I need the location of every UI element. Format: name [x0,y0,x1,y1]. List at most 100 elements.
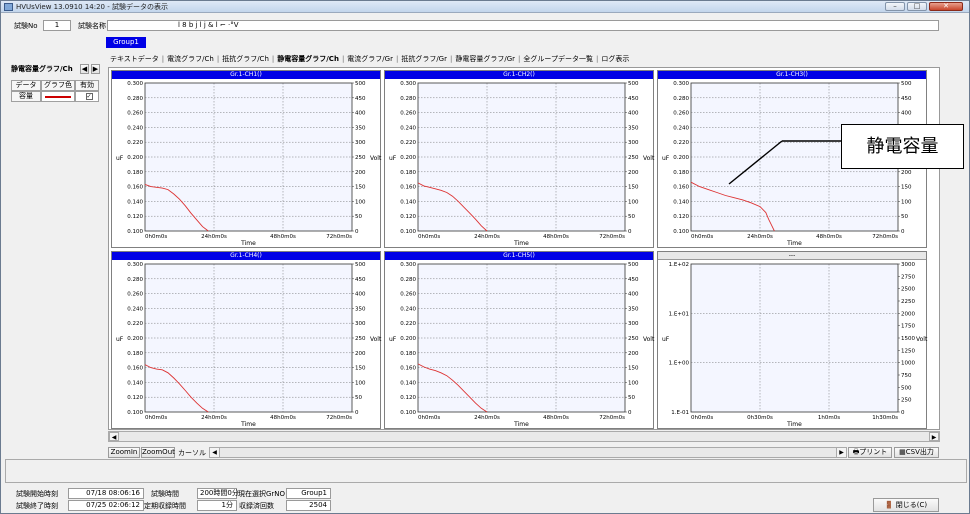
chart-panel-4[interactable]: Gr.1-CH4() 0.100 0.120 0.140 0.160 0.180 0.200… [111,251,382,429]
exit-door-icon: 🚪 [884,501,894,509]
y2-tick-label: 200 [901,170,912,176]
y-tick-label: 0.160 [400,185,416,191]
chart-panel-1[interactable]: Gr.1-CH1() 0.100 0.120 0.140 0.160 0.180 0.200… [111,70,382,248]
y2-tick-label: 450 [901,96,912,102]
print-button[interactable]: 🖶プリント [848,447,892,458]
cursor-left-arrow-icon[interactable]: ◀ [210,448,220,457]
y-tick-label: 0.180 [673,170,689,176]
y-tick-label: 0.120 [127,214,143,220]
chart-horizontal-scrollbar[interactable]: ◀ ▶ [108,431,940,442]
tab-5[interactable]: 抵抗グラフ/Gr [401,55,447,63]
y-tick-label: 0.220 [400,140,416,146]
y2-tick-label: 450 [355,277,366,283]
chart-panel-2[interactable]: Gr.1-CH2() 0.100 0.120 0.140 0.160 0.180 0.200… [384,70,655,248]
tab-8[interactable]: ログ表示 [601,55,629,63]
chart-svg: 0.100 0.120 0.140 0.160 0.180 0.200 0.220 0.240… [389,262,655,428]
y-tick-label: 0.260 [673,111,689,117]
tab-0[interactable]: テキストデータ [110,55,159,63]
title-bar[interactable]: HVUsView 13.0910 14:20 - 試験データの表示 – □ ✕ [1,1,969,13]
y2-tick-label: 2250 [901,299,915,305]
scroll-right-arrow-icon[interactable]: ▶ [929,432,939,441]
y2-tick-label: 500 [355,262,366,268]
end-time-label: 試験終了時刻 [16,502,58,510]
chart-svg: 0.100 0.120 0.140 0.160 0.180 0.200 0.220 0.240… [116,262,382,428]
x-tick-label: 48h0m0s [270,234,296,240]
group-tab[interactable]: Group1 [106,37,146,48]
panel-prev-arrow-icon[interactable]: ◀ [80,64,89,74]
interval-label: 定期収録時間 [144,502,186,510]
cursor-scrollbar[interactable]: ◀ ▶ [209,447,847,458]
csv-export-button[interactable]: ▦CSV出力 [894,447,939,458]
y-tick-label: 0.260 [127,111,143,117]
y-tick-label: 0.100 [127,229,143,235]
tab-2[interactable]: 抵抗グラフ/Ch [222,55,269,63]
y2-tick-label: 450 [355,96,366,102]
y2-tick-label: 250 [628,155,639,161]
x-tick-label: 0h0m0s [145,415,167,421]
tab-4[interactable]: 電流グラフ/Gr [347,55,393,63]
start-time-label: 試験開始時刻 [16,490,58,498]
start-time-value: 07/18 08:06:16 [68,488,144,499]
y-tick-label: 0.200 [127,155,143,161]
tab-separator: | [395,55,399,63]
zoom-in-button[interactable]: ZoomIn [108,447,140,458]
enable-checkbox[interactable]: ✓ [85,93,93,100]
x-axis-label: Time [240,240,256,247]
cursor-right-arrow-icon[interactable]: ▶ [836,448,846,457]
y-tick-label: 0.140 [400,199,416,205]
y-tick-label: 0.280 [127,277,143,283]
y2-axis-label: Volt [916,336,928,343]
x-tick-label: 0h0m0s [691,234,713,240]
y2-axis-label: Volt [370,336,382,343]
maximize-button[interactable]: □ [907,2,927,11]
tab-7[interactable]: 全グループデータ一覧 [523,55,593,63]
y2-tick-label: 250 [901,398,912,404]
row-graph-color[interactable] [41,91,75,102]
col-header-graph-color: グラフ色 [41,80,75,91]
y2-tick-label: 0 [901,410,905,416]
y-tick-label: 0.220 [127,140,143,146]
graph-color-swatch [45,96,71,98]
record-count-label: 収録済回数 [239,502,274,510]
zoom-out-button[interactable]: ZoomOut [141,447,175,458]
y2-tick-label: 100 [355,199,366,205]
y-tick-label: 0.240 [127,306,143,312]
close-window-button[interactable]: ✕ [929,2,963,11]
test-name-field: l 8 b j l j & l ⌐ ·°V [107,20,939,31]
left-panel-title: 静電容量グラフ/Ch [11,65,73,73]
panel-next-arrow-icon[interactable]: ▶ [91,64,100,74]
x-axis-label: Time [513,240,529,247]
close-app-button[interactable]: 🚪 閉じる(C) [873,498,939,512]
tab-6[interactable]: 静電容量グラフ/Gr [455,55,515,63]
tab-3[interactable]: 静電容量グラフ/Ch [277,55,339,63]
y-tick-label: 0.120 [673,214,689,220]
y2-tick-label: 500 [355,81,366,87]
end-time-value: 07/25 02:06:12 [68,500,144,511]
y-tick-label: 0.300 [400,262,416,268]
y2-tick-label: 400 [628,111,639,117]
y-tick-label: 0.260 [400,292,416,298]
window-title: HVUsView 13.0910 14:20 - 試験データの表示 [16,3,168,11]
plot-area [690,263,899,413]
y-tick-label: 0.240 [673,125,689,131]
y2-tick-label: 0 [628,229,632,235]
scroll-left-arrow-icon[interactable]: ◀ [109,432,119,441]
x-tick-label: 24h0m0s [747,234,773,240]
y-tick-label: 0.240 [400,125,416,131]
x-tick-label: 24h0m0s [201,415,227,421]
y-tick-label: 0.280 [400,96,416,102]
y2-tick-label: 300 [628,321,639,327]
y2-tick-label: 500 [628,81,639,87]
minimize-button[interactable]: – [885,2,905,11]
y-tick-label: 0.180 [127,170,143,176]
chart-panel-5[interactable]: Gr.1-CH5() 0.100 0.120 0.140 0.160 0.180 0.200… [384,251,655,429]
x-tick-label: 0h0m0s [145,234,167,240]
x-tick-label: 72h0m0s [326,415,352,421]
chart-area: Gr.1-CH1() 0.100 0.120 0.140 0.160 0.180 0.200… [108,67,940,430]
y2-tick-label: 300 [628,140,639,146]
duration-label: 試験時間 [151,490,179,498]
selected-group-value: Group1 [286,488,331,499]
y2-tick-label: 0 [355,229,359,235]
chart-panel-6[interactable]: --- 1.E-01 1.E+00 1.E+01 1.E+02 0 250 500 750 100… [657,251,928,429]
tab-1[interactable]: 電流グラフ/Ch [167,55,214,63]
